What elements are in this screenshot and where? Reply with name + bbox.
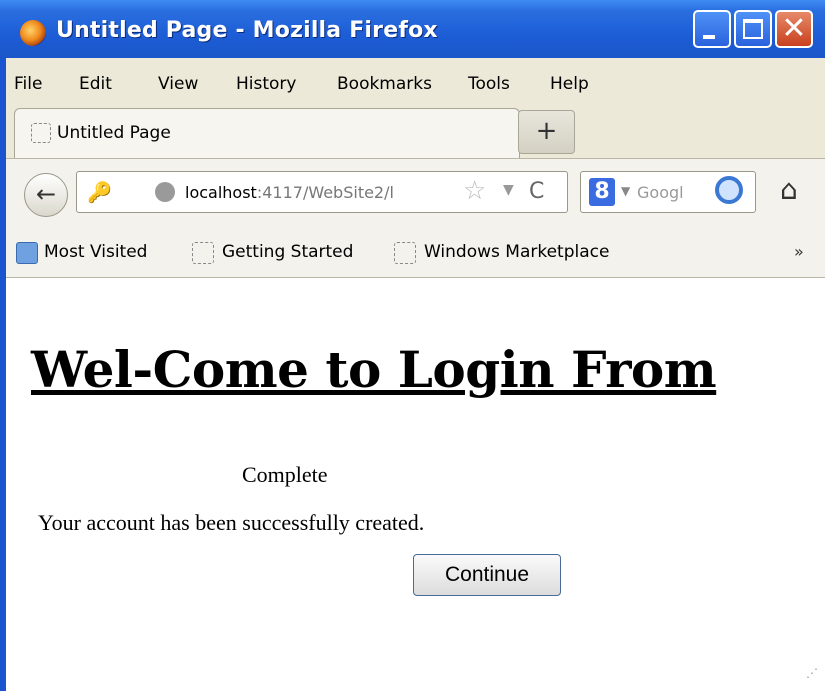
minimize-icon [703,35,715,39]
browser-window: Untitled Page - Mozilla Firefox ✕ File E… [0,0,825,691]
window-title: Untitled Page - Mozilla Firefox [56,18,438,43]
blank-page-icon [394,242,416,264]
title-bar: Untitled Page - Mozilla Firefox ✕ [0,0,825,58]
continue-button[interactable]: Continue [413,554,561,596]
search-icon[interactable] [715,176,743,204]
tab-title: Untitled Page [57,123,171,143]
maximize-button[interactable] [734,10,772,48]
reload-icon[interactable]: C [529,179,544,204]
home-icon[interactable]: ⌂ [780,173,798,206]
star-icon[interactable]: ☆ [463,176,486,206]
url-path: :4117/WebSite2/l [256,183,394,202]
menu-edit[interactable]: Edit [79,74,112,94]
success-message: Your account has been successfully creat… [38,510,425,535]
resize-grip-icon[interactable]: ⋰ [806,666,818,680]
menu-tools[interactable]: Tools [468,74,510,94]
url-text[interactable]: localhost:4117/WebSite2/l [185,183,394,202]
menu-bookmarks[interactable]: Bookmarks [337,74,432,94]
key-icon[interactable]: 🔑 [87,180,112,204]
back-button[interactable]: ← [24,173,68,217]
page-heading: Wel-Come to Login From [31,340,717,399]
bookmarks-toolbar: Most Visited Getting Started Windows Mar… [6,228,825,278]
minimize-button[interactable] [693,10,731,48]
menu-view[interactable]: View [158,74,198,94]
bookmarks-overflow-icon[interactable]: » [794,242,804,261]
new-tab-button[interactable]: + [518,110,575,154]
blank-page-icon [31,123,51,143]
menu-bar: File Edit View History Bookmarks Tools H… [6,58,825,100]
menu-help[interactable]: Help [550,74,589,94]
menu-file[interactable]: File [14,74,42,94]
bookmark-windows-marketplace[interactable]: Windows Marketplace [424,242,609,262]
search-engine-dropdown-icon[interactable]: ▼ [621,184,630,198]
tab-strip: Untitled Page + [6,100,825,158]
globe-icon [155,182,175,202]
google-icon[interactable]: 8 [589,178,615,206]
tab-untitled-page[interactable]: Untitled Page [14,108,520,158]
blank-page-icon [192,242,214,264]
url-bar[interactable]: 🔑 localhost:4117/WebSite2/l ☆ ▼ C [76,171,568,213]
search-input[interactable]: Googl [637,183,684,202]
navigation-bar: ← 🔑 localhost:4117/WebSite2/l ☆ ▼ C 8 ▼ … [6,158,825,228]
bookmark-most-visited[interactable]: Most Visited [44,242,147,262]
search-bar[interactable]: 8 ▼ Googl [580,171,756,213]
page-content: Wel-Come to Login From Complete Your acc… [6,278,825,691]
url-dropdown-icon[interactable]: ▼ [503,182,514,198]
most-visited-icon [16,242,38,264]
close-button[interactable]: ✕ [775,10,813,48]
close-icon: ✕ [781,11,807,46]
menu-history[interactable]: History [236,74,296,94]
status-label: Complete [242,462,328,487]
url-host: localhost [185,183,257,202]
maximize-icon [743,19,763,39]
firefox-logo-icon [20,20,46,46]
bookmark-getting-started[interactable]: Getting Started [222,242,353,262]
